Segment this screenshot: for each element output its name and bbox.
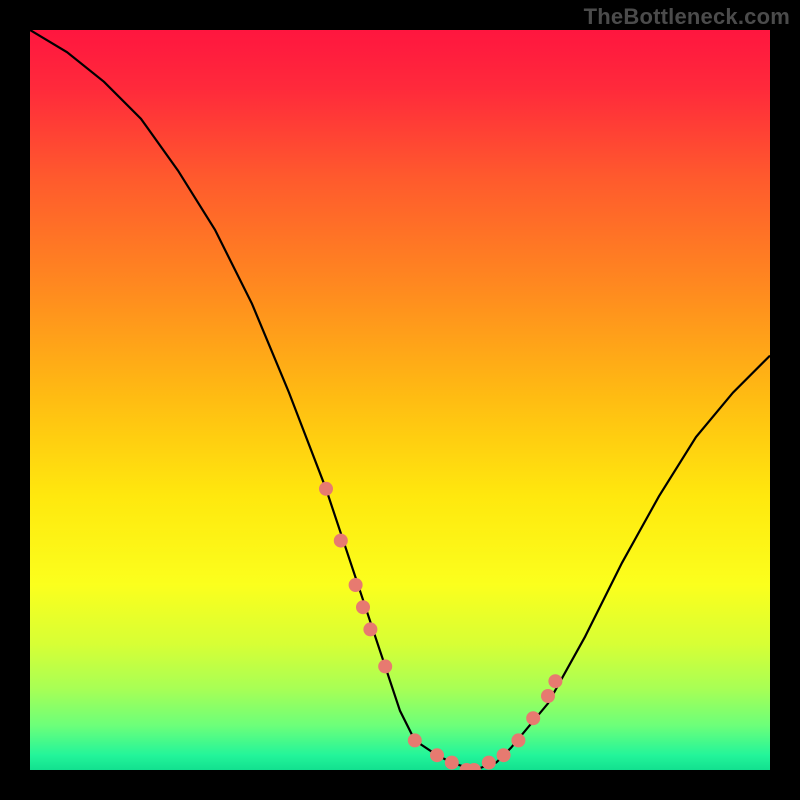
fit-marker xyxy=(445,756,459,770)
chart-svg xyxy=(30,30,770,770)
plot-area xyxy=(30,30,770,770)
gradient-background xyxy=(30,30,770,770)
fit-marker xyxy=(363,622,377,636)
fit-marker xyxy=(334,534,348,548)
fit-marker xyxy=(482,756,496,770)
fit-marker xyxy=(408,733,422,747)
fit-marker xyxy=(430,748,444,762)
fit-marker xyxy=(378,659,392,673)
fit-marker xyxy=(319,482,333,496)
fit-marker xyxy=(349,578,363,592)
fit-marker xyxy=(497,748,511,762)
fit-marker xyxy=(526,711,540,725)
fit-marker xyxy=(548,674,562,688)
fit-marker xyxy=(511,733,525,747)
fit-marker xyxy=(356,600,370,614)
chart-frame: TheBottleneck.com xyxy=(0,0,800,800)
watermark-text: TheBottleneck.com xyxy=(584,4,790,30)
fit-marker xyxy=(541,689,555,703)
